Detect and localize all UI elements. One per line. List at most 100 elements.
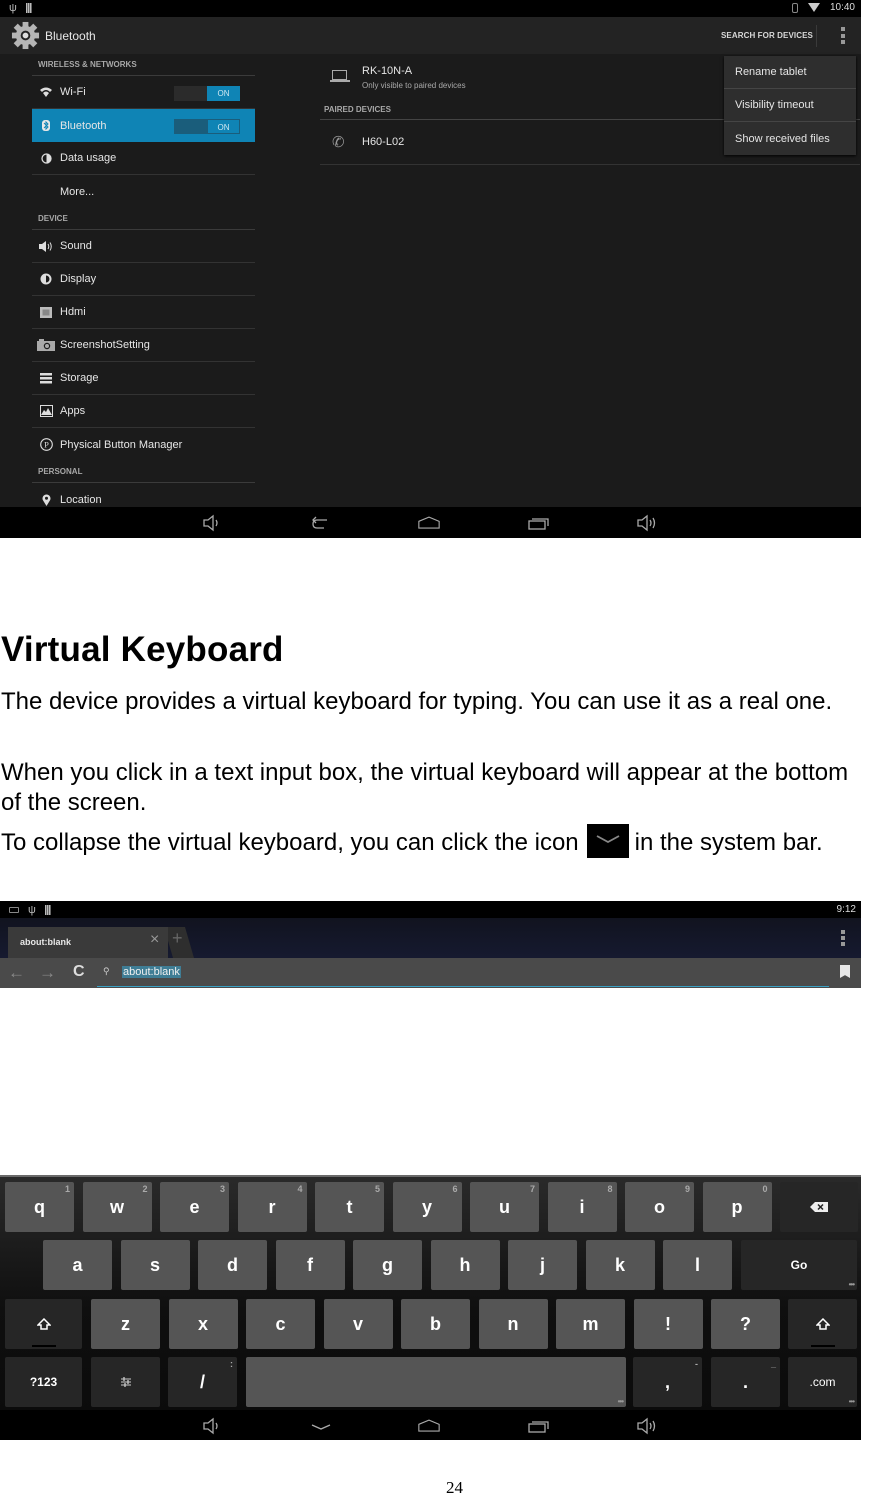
reload-icon[interactable]: C (73, 963, 85, 981)
key-s[interactable]: s (120, 1240, 190, 1290)
key-b[interactable]: b (401, 1299, 470, 1349)
key-i[interactable]: i8 (547, 1182, 617, 1232)
key-t[interactable]: t5 (315, 1182, 384, 1232)
key-v[interactable]: v (323, 1299, 393, 1349)
overflow-menu-icon[interactable] (841, 27, 845, 44)
home-icon[interactable] (418, 514, 440, 532)
settings-item-display[interactable]: Display (32, 263, 255, 296)
url-input[interactable]: about:blank (122, 966, 181, 978)
overflow-menu: Rename tablet Visibility timeout Show re… (724, 56, 856, 155)
bookmark-icon[interactable] (840, 965, 850, 978)
bluetooth-toggle[interactable]: ON (174, 119, 240, 134)
key-u[interactable]: u7 (470, 1182, 539, 1232)
key-hint: 9 (684, 1184, 690, 1194)
key-r[interactable]: r4 (237, 1182, 307, 1232)
recent-apps-icon[interactable] (528, 1417, 550, 1435)
key-e[interactable]: e3 (160, 1182, 229, 1232)
key-d[interactable]: d (198, 1240, 267, 1290)
location-icon (32, 493, 60, 506)
back-icon[interactable] (310, 514, 332, 532)
settings-item-apps[interactable]: Apps (32, 395, 255, 428)
home-icon[interactable] (418, 1417, 440, 1435)
key-label: h (459, 1254, 471, 1275)
key-n[interactable]: n (478, 1299, 548, 1349)
forward-arrow-icon[interactable]: → (39, 963, 56, 983)
key-x[interactable]: x (168, 1299, 238, 1349)
settings-item-data-usage[interactable]: Data usage (32, 142, 255, 175)
back-arrow-icon[interactable]: ← (8, 963, 25, 983)
volume-down-icon[interactable] (202, 1417, 224, 1435)
key-label: y (421, 1196, 432, 1217)
key-label: n (507, 1313, 519, 1334)
bluetooth-settings-screenshot: ψ 10:40 Bluetooth SEARCH FOR DEVICES WIR… (0, 0, 861, 538)
paragraph: The device provides a virtual keyboard f… (1, 688, 833, 715)
backspace-key[interactable] (780, 1182, 858, 1232)
settings-item-more[interactable]: More... (32, 175, 255, 208)
search-icon: ⚲ (103, 966, 110, 976)
usb-icon: ψ (28, 904, 36, 916)
settings-item-physical-button-manager[interactable]: P Physical Button Manager (32, 428, 255, 461)
key-j[interactable]: j (508, 1240, 577, 1290)
key-l[interactable]: l (663, 1240, 732, 1290)
key-o[interactable]: o9 (625, 1182, 694, 1232)
settings-gear-icon[interactable] (11, 21, 40, 50)
settings-item-storage[interactable]: Storage (32, 362, 255, 395)
menu-item-rename-tablet[interactable]: Rename tablet (724, 56, 856, 89)
volume-up-icon[interactable] (636, 1417, 658, 1435)
settings-item-bluetooth[interactable]: Bluetooth ON (32, 109, 255, 142)
dotcom-key[interactable]: .com ••• (788, 1357, 857, 1407)
key-q[interactable]: q1 (5, 1182, 74, 1232)
volume-down-icon[interactable] (202, 514, 224, 532)
key-hint: - (695, 1359, 698, 1369)
settings-item-wifi[interactable]: Wi-Fi ON (32, 76, 255, 109)
shift-key-left[interactable] (5, 1299, 82, 1349)
volume-up-icon[interactable] (636, 514, 658, 532)
key-h[interactable]: h (430, 1240, 500, 1290)
settings-item-sound[interactable]: Sound (32, 230, 255, 263)
collapse-keyboard-icon[interactable] (310, 1417, 332, 1435)
settings-item-hdmi[interactable]: Hdmi (32, 296, 255, 329)
key-z[interactable]: z (91, 1299, 160, 1349)
apps-icon (32, 405, 60, 417)
shift-key-right[interactable] (788, 1299, 857, 1349)
key-k[interactable]: k (585, 1240, 655, 1290)
symbols-key[interactable]: ?123 (5, 1357, 82, 1407)
search-for-devices-button[interactable]: SEARCH FOR DEVICES (721, 31, 813, 40)
new-tab-icon[interactable]: + (172, 928, 183, 949)
key-m[interactable]: m (556, 1299, 625, 1349)
key-p[interactable]: p0 (702, 1182, 772, 1232)
key-w[interactable]: w2 (82, 1182, 152, 1232)
key-label: u (499, 1196, 510, 1217)
display-icon (32, 273, 60, 285)
key-exclamation[interactable]: ! (633, 1299, 703, 1349)
browser-tab[interactable]: about:blank × (8, 927, 168, 958)
key-a[interactable]: a (43, 1240, 112, 1290)
settings-item-screenshot-setting[interactable]: ScreenshotSetting (32, 329, 255, 362)
more-keys-indicator: ••• (617, 1397, 624, 1406)
overflow-menu-icon[interactable] (841, 930, 845, 946)
wifi-toggle[interactable]: ON (174, 86, 240, 101)
space-key[interactable]: ••• (246, 1357, 626, 1407)
key-g[interactable]: g (353, 1240, 422, 1290)
section-header: WIRELESS & NETWORKS (32, 54, 255, 76)
settings-sliders-icon (120, 1377, 131, 1387)
sound-icon (32, 240, 60, 252)
key-question[interactable]: ? (711, 1299, 780, 1349)
comma-key[interactable]: ,- (633, 1357, 702, 1407)
key-c[interactable]: c (246, 1299, 315, 1349)
recent-apps-icon[interactable] (528, 514, 550, 532)
slash-key[interactable]: /: (168, 1357, 237, 1407)
battery-icon (25, 3, 32, 13)
key-y[interactable]: y6 (392, 1182, 462, 1232)
go-key[interactable]: Go ••• (741, 1240, 857, 1290)
device-visibility: Only visible to paired devices (362, 81, 466, 90)
menu-item-visibility-timeout[interactable]: Visibility timeout (724, 89, 856, 122)
bluetooth-icon (32, 120, 60, 131)
settings-key[interactable] (91, 1357, 160, 1407)
menu-item-show-received-files[interactable]: Show received files (724, 122, 856, 155)
close-tab-icon[interactable]: × (150, 931, 159, 949)
key-f[interactable]: f (275, 1240, 345, 1290)
page-number: 24 (446, 1478, 463, 1495)
period-key[interactable]: . _ (711, 1357, 780, 1407)
key-label: / (199, 1371, 205, 1392)
